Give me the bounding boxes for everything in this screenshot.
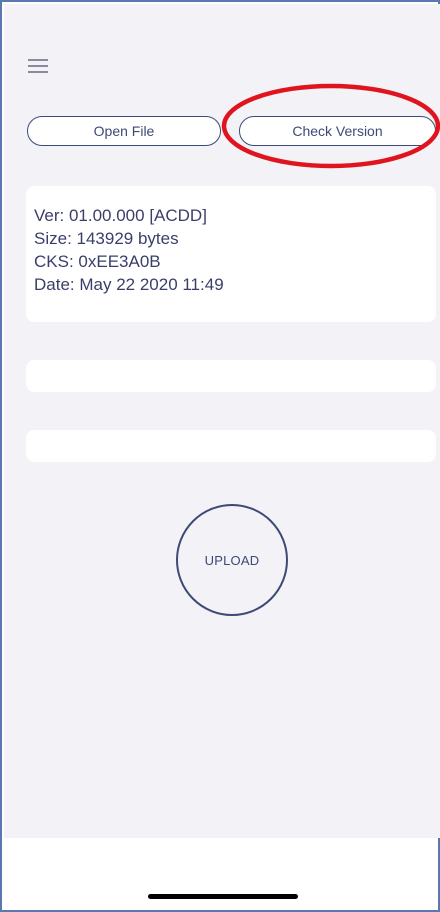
- screen-frame: Open File Check Version Ver: 01.00.000 […: [0, 0, 440, 912]
- date-text: Date: May 22 2020 11:49: [34, 275, 224, 294]
- upload-button[interactable]: UPLOAD: [176, 504, 288, 616]
- highlight-annotation-ellipse: [221, 83, 440, 169]
- progress-bar-2: [26, 430, 436, 462]
- version-text: Ver: 01.00.000 [ACDD]: [34, 206, 207, 225]
- open-file-button[interactable]: Open File: [27, 116, 221, 146]
- menu-line: [28, 65, 48, 67]
- checksum-text: CKS: 0xEE3A0B: [34, 252, 161, 271]
- progress-bar-1: [26, 360, 436, 392]
- file-info-card: Ver: 01.00.000 [ACDD] Size: 143929 bytes…: [26, 186, 436, 322]
- home-indicator: [148, 894, 298, 899]
- size-text: Size: 143929 bytes: [34, 229, 179, 248]
- menu-line: [28, 71, 48, 73]
- hamburger-menu-icon[interactable]: [28, 59, 50, 73]
- menu-line: [28, 59, 48, 61]
